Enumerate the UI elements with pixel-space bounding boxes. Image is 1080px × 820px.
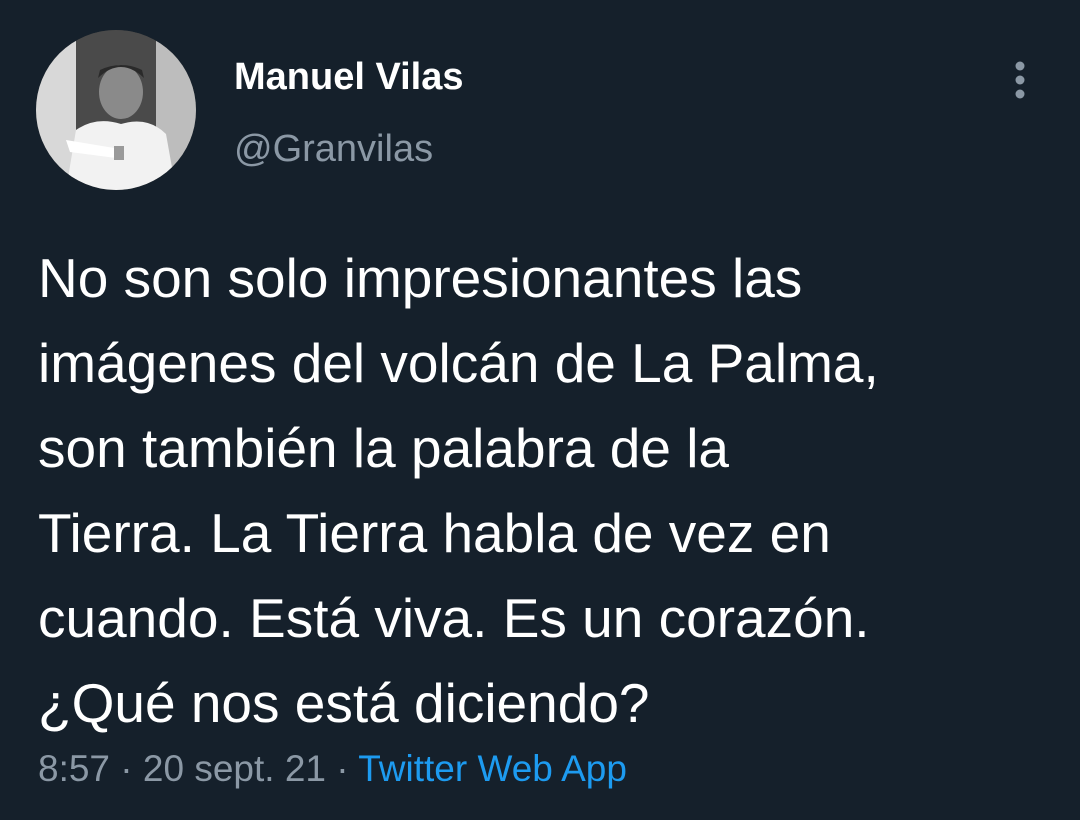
tweet-text: No son solo impresionantes las imágenes …: [38, 247, 879, 734]
avatar-photo: [36, 30, 196, 190]
author-handle[interactable]: @Granvilas: [234, 128, 433, 171]
tweet-card: Manuel Vilas @Granvilas No son solo impr…: [0, 0, 1080, 820]
meta-separator: ·: [120, 748, 133, 789]
more-vertical-icon: [1015, 61, 1025, 99]
tweet-date[interactable]: 20 sept. 21: [143, 748, 326, 789]
tweet-time[interactable]: 8:57: [38, 748, 110, 789]
author-display-name[interactable]: Manuel Vilas: [234, 56, 464, 99]
avatar[interactable]: [36, 30, 196, 190]
tweet-meta: 8:57 · 20 sept. 21 · Twitter Web App: [38, 748, 627, 790]
meta-separator: ·: [336, 748, 349, 789]
more-options-button[interactable]: [1000, 56, 1040, 104]
tweet-source-link[interactable]: Twitter Web App: [358, 748, 627, 789]
